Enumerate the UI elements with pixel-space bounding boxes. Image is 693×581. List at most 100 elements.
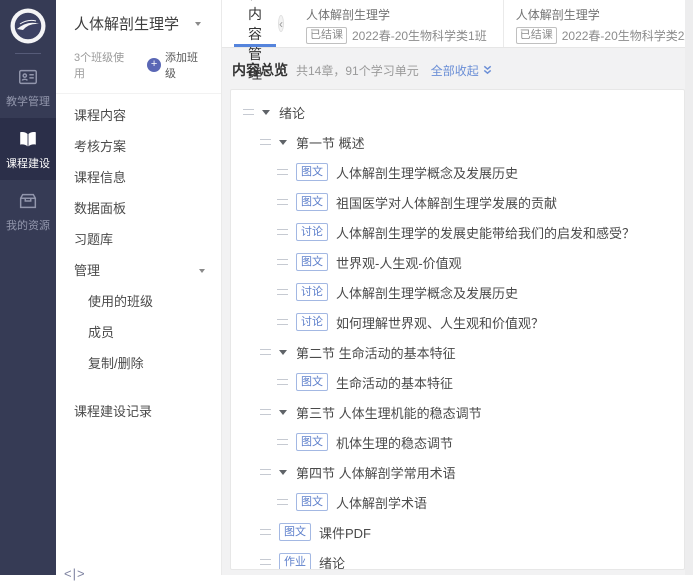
tab-scroll-left-button[interactable]: ‹ — [278, 15, 284, 32]
chevron-left-icon: ‹ — [279, 18, 283, 30]
storage-box-icon — [17, 190, 39, 212]
active-tab-label: 课程内容管理 — [248, 0, 262, 84]
tree-item-label: 第四节 人体解剖学常用术语 — [296, 463, 456, 482]
content-header: 内容总览 共14章，91个学习单元 全部收起 — [222, 48, 693, 89]
caret-down-icon[interactable] — [279, 140, 287, 145]
drag-handle-icon[interactable] — [277, 379, 288, 385]
drag-handle-icon[interactable] — [277, 289, 288, 295]
class-usage-row: 3个班级使用 + 添加班级 — [74, 49, 209, 81]
tree-unit-row[interactable]: 图文机体生理的稳态调节 — [243, 427, 674, 457]
tab-course-content-management[interactable]: 课程内容管理 — [234, 0, 276, 47]
class-tab-course-title: 人体解剖生理学 — [516, 6, 693, 23]
sidebar-item-course-content[interactable]: 课程内容 — [56, 100, 221, 131]
caret-down-icon[interactable] — [262, 110, 270, 115]
sidebar-item-course-info[interactable]: 课程信息 — [56, 162, 221, 193]
tree-section-row[interactable]: 第二节 生命活动的基本特征 — [243, 337, 674, 367]
sidebar-collapse-handle[interactable]: <|> — [64, 566, 86, 581]
tree-item-label: 如何理解世界观、人生观和价值观？ — [336, 313, 544, 332]
class-tab-strip: 人体解剖生理学已结课2022春-20生物科学类1班人体解剖生理学已结课2022春… — [294, 0, 693, 47]
drag-handle-icon[interactable] — [260, 529, 271, 535]
drag-handle-icon[interactable] — [277, 319, 288, 325]
tree-section-row[interactable]: 第四节 人体解剖学常用术语 — [243, 457, 674, 487]
caret-down-icon[interactable] — [279, 350, 287, 355]
course-header: 人体解剖生理学 3个班级使用 + 添加班级 — [56, 0, 221, 94]
tree-unit-row[interactable]: 讨论人体解剖生理学的发展史能带给我们的启发和感受？ — [243, 217, 674, 247]
drag-handle-icon[interactable] — [277, 499, 288, 505]
drag-handle-icon[interactable] — [277, 169, 288, 175]
tree-unit-row[interactable]: 图文祖国医学对人体解剖生理学发展的贡献 — [243, 187, 674, 217]
double-chevron-down-icon — [482, 64, 493, 76]
course-sidebar: 人体解剖生理学 3个班级使用 + 添加班级 课程内容考核方案课程信息数据面板习题… — [56, 0, 222, 575]
tree-item-label: 第二节 生命活动的基本特征 — [296, 343, 456, 362]
sidebar-subitem-members[interactable]: 成员 — [56, 317, 221, 348]
tree-unit-row[interactable]: 作业绪论 — [243, 547, 674, 570]
tree-unit-row[interactable]: 图文人体解剖学术语 — [243, 487, 674, 517]
unit-type-badge: 讨论 — [296, 223, 328, 241]
tree-unit-row[interactable]: 讨论人体解剖生理学概念及发展历史 — [243, 277, 674, 307]
rail-item-my-resources[interactable]: 我的资源 — [0, 180, 56, 242]
rail-divider — [15, 53, 41, 54]
tree-item-label: 课件PDF — [319, 523, 371, 542]
drag-handle-icon[interactable] — [277, 259, 288, 265]
content-tree-card: 绪论第一节 概述图文人体解剖生理学概念及发展历史图文祖国医学对人体解剖生理学发展… — [230, 89, 685, 570]
tree-chapter-row[interactable]: 绪论 — [243, 97, 674, 127]
collapse-all-link[interactable]: 全部收起 — [431, 62, 493, 79]
class-tab-info: 已结课2022春-20生物科学类1班 — [306, 27, 487, 44]
tree-unit-row[interactable]: 图文世界观-人生观-价值观 — [243, 247, 674, 277]
drag-handle-icon[interactable] — [243, 109, 254, 115]
scrollbar[interactable] — [685, 0, 693, 575]
school-logo[interactable] — [9, 7, 47, 45]
tree-section-row[interactable]: 第三节 人体生理机能的稳态调节 — [243, 397, 674, 427]
left-rail: 教学管理课程建设我的资源 — [0, 0, 56, 575]
app-root: 教学管理课程建设我的资源 人体解剖生理学 3个班级使用 + 添加班级 课程内容考… — [0, 0, 693, 575]
sidebar-item-data-dashboard[interactable]: 数据面板 — [56, 193, 221, 224]
tree-unit-row[interactable]: 图文人体解剖生理学概念及发展历史 — [243, 157, 674, 187]
drag-handle-icon[interactable] — [277, 229, 288, 235]
tree-section-row[interactable]: 第一节 概述 — [243, 127, 674, 157]
content-summary: 共14章，91个学习单元 — [296, 62, 419, 79]
drag-handle-icon[interactable] — [277, 439, 288, 445]
tree-item-label: 第三节 人体生理机能的稳态调节 — [296, 403, 482, 422]
caret-down-icon[interactable] — [279, 410, 287, 415]
tree-unit-row[interactable]: 图文生命活动的基本特征 — [243, 367, 674, 397]
drag-handle-icon[interactable] — [260, 409, 271, 415]
sidebar-item-manage[interactable]: 管理 — [56, 255, 221, 286]
tree-item-label: 绪论 — [279, 103, 305, 122]
add-class-label: 添加班级 — [165, 49, 209, 81]
sidebar-menu: 课程内容考核方案课程信息数据面板习题库管理使用的班级成员复制/删除课程建设记录 — [56, 100, 221, 427]
rail-item-course-building[interactable]: 课程建设 — [0, 118, 56, 180]
tree-item-label: 世界观-人生观-价值观 — [336, 253, 462, 272]
tab-bar: 课程内容管理 ‹ 人体解剖生理学已结课2022春-20生物科学类1班人体解剖生理… — [222, 0, 693, 48]
add-class-button[interactable]: + 添加班级 — [147, 49, 209, 81]
tab-class-1[interactable]: 人体解剖生理学已结课2022春-20生物科学类1班 — [294, 0, 504, 47]
rail-item-teaching-management[interactable]: 教学管理 — [0, 56, 56, 118]
caret-down-icon[interactable] — [279, 470, 287, 475]
status-badge: 已结课 — [306, 27, 347, 44]
rail-item-label: 教学管理 — [6, 93, 50, 109]
collapse-all-label: 全部收起 — [431, 62, 479, 79]
sidebar-subitem-copy-delete[interactable]: 复制/删除 — [56, 348, 221, 379]
rail-nav: 教学管理课程建设我的资源 — [0, 56, 56, 242]
tree-unit-row[interactable]: 图文课件PDF — [243, 517, 674, 547]
drag-handle-icon[interactable] — [260, 139, 271, 145]
sidebar-item-course-build-log[interactable]: 课程建设记录 — [56, 396, 221, 427]
tree-unit-row[interactable]: 讨论如何理解世界观、人生观和价值观？ — [243, 307, 674, 337]
unit-type-badge: 图文 — [296, 433, 328, 451]
sidebar-item-question-bank[interactable]: 习题库 — [56, 224, 221, 255]
sidebar-item-assessment-plan[interactable]: 考核方案 — [56, 131, 221, 162]
tree-item-label: 机体生理的稳态调节 — [336, 433, 453, 452]
chevron-down-icon — [195, 22, 201, 26]
sidebar-subitem-classes-in-use[interactable]: 使用的班级 — [56, 286, 221, 317]
drag-handle-icon[interactable] — [260, 469, 271, 475]
rail-item-label: 我的资源 — [6, 217, 50, 233]
course-switcher[interactable]: 人体解剖生理学 — [74, 13, 209, 34]
drag-handle-icon[interactable] — [277, 199, 288, 205]
tree-item-label: 生命活动的基本特征 — [336, 373, 453, 392]
drag-handle-icon[interactable] — [260, 349, 271, 355]
tab-class-2[interactable]: 人体解剖生理学已结课2022春-20生物科学类2班 — [504, 0, 693, 47]
unit-type-badge: 图文 — [279, 523, 311, 541]
open-book-icon — [17, 128, 39, 150]
drag-handle-icon[interactable] — [260, 559, 271, 565]
classes-in-use-label: 3个班级使用 — [74, 49, 135, 81]
class-tab-info: 已结课2022春-20生物科学类2班 — [516, 27, 693, 44]
